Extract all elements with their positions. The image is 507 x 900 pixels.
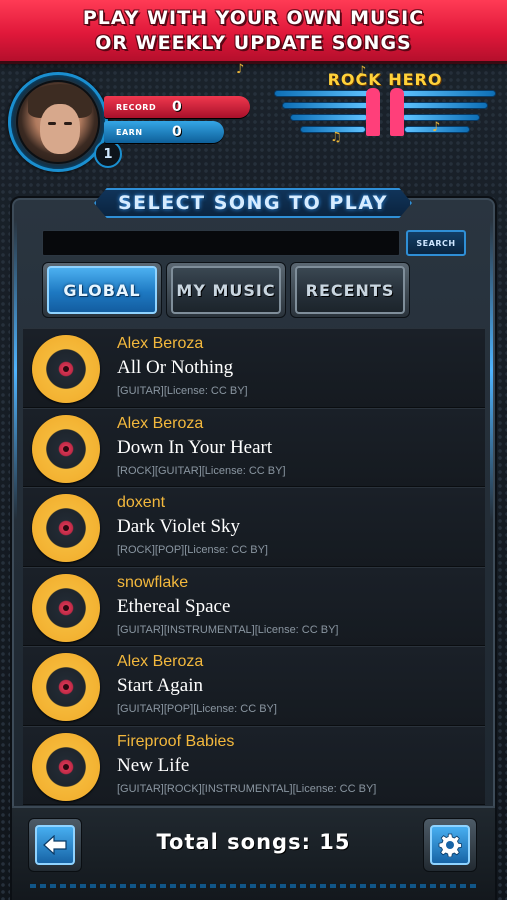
song-artist: snowflake (117, 573, 189, 591)
music-note-icon: ♫ (330, 130, 342, 145)
panel-header: SELECT SONG TO PLAY (94, 188, 412, 218)
song-title: All Or Nothing (117, 357, 234, 378)
song-row[interactable]: Alex Beroza Down In Your Heart [ROCK][GU… (23, 407, 485, 487)
song-tags: [GUITAR][License: CC BY] (117, 385, 248, 397)
earn-stat: EARN 0 (104, 121, 224, 143)
music-note-icon: ♪ (236, 62, 245, 77)
total-songs: Total songs: 15 (156, 830, 351, 854)
banner-line-1: PLAY WITH YOUR OWN MUSIC (82, 6, 425, 29)
logo-figure-icon (366, 88, 380, 136)
logo-wing-right (396, 80, 496, 144)
avatar[interactable] (16, 80, 100, 164)
tab-my-music[interactable]: MY MUSIC (171, 266, 281, 314)
avatar-eye (48, 122, 56, 125)
song-tags: [GUITAR][POP][License: CC BY] (117, 703, 277, 715)
logo-wing-left (274, 80, 374, 144)
music-note-icon: ♪ (432, 120, 441, 135)
panel-light-right (490, 220, 493, 520)
vinyl-disc-icon (32, 414, 100, 483)
song-row[interactable]: Alex Beroza All Or Nothing [GUITAR][Lice… (23, 328, 485, 408)
search-input[interactable] (42, 230, 400, 256)
song-list: Alex Beroza All Or Nothing [GUITAR][Lice… (23, 328, 485, 805)
song-artist: Fireproof Babies (117, 732, 235, 750)
search-button[interactable]: SEARCH (406, 230, 466, 256)
rock-hero-logo: ♪ ♪ ♫ ROCK HERO (274, 64, 496, 156)
song-tags: [ROCK][GUITAR][License: CC BY] (117, 464, 286, 477)
song-title: Down In Your Heart (117, 436, 273, 458)
decorative-strip (30, 884, 477, 888)
song-title: New Life (117, 754, 190, 776)
logo-title: ROCK HERO (327, 70, 443, 89)
panel-light-left (14, 220, 17, 520)
tab-global[interactable]: GLOBAL (47, 266, 157, 314)
banner-line-2: OR WEEKLY UPDATE SONGS (95, 31, 412, 54)
vinyl-disc-icon (32, 335, 100, 403)
song-row[interactable]: Fireproof Babies New Life [GUITAR][ROCK]… (23, 725, 485, 805)
song-title: Ethereal Space (117, 595, 231, 617)
song-tags: [GUITAR][ROCK][INSTRUMENTAL][License: CC… (117, 782, 377, 795)
vinyl-disc-icon (32, 573, 100, 642)
song-row[interactable]: doxent Dark Violet Sky [ROCK][POP][Licen… (23, 487, 485, 567)
song-artist: doxent (117, 494, 166, 511)
song-row[interactable]: snowflake Ethereal Space [GUITAR][INSTRU… (23, 566, 485, 646)
record-label: RECORD (116, 102, 157, 112)
level-badge: 1 (94, 140, 122, 168)
logo-figure-icon (390, 88, 404, 136)
vinyl-disc-icon (32, 494, 100, 562)
vinyl-disc-icon (32, 732, 100, 801)
earn-value: 0 (172, 124, 182, 140)
record-stat: RECORD 0 (104, 96, 250, 118)
song-artist: Alex Beroza (117, 653, 204, 670)
tab-recents[interactable]: RECENTS (295, 266, 405, 314)
song-title: Start Again (117, 675, 204, 696)
promo-banner: PLAY WITH YOUR OWN MUSIC OR WEEKLY UPDAT… (0, 0, 507, 64)
song-tags: [GUITAR][INSTRUMENTAL][License: CC BY] (117, 623, 339, 636)
record-value: 0 (172, 99, 182, 115)
song-title: Dark Violet Sky (117, 516, 241, 537)
song-tags: [ROCK][POP][License: CC BY] (117, 544, 268, 556)
avatar-face (40, 104, 80, 154)
earn-label: EARN (116, 127, 143, 137)
avatar-eye (64, 122, 72, 125)
song-artist: Alex Beroza (117, 414, 204, 432)
song-row[interactable]: Alex Beroza Start Again [GUITAR][POP][Li… (23, 646, 485, 726)
vinyl-disc-icon (32, 653, 100, 721)
panel-title: SELECT SONG TO PLAY (117, 192, 389, 214)
song-artist: Alex Beroza (117, 335, 204, 352)
